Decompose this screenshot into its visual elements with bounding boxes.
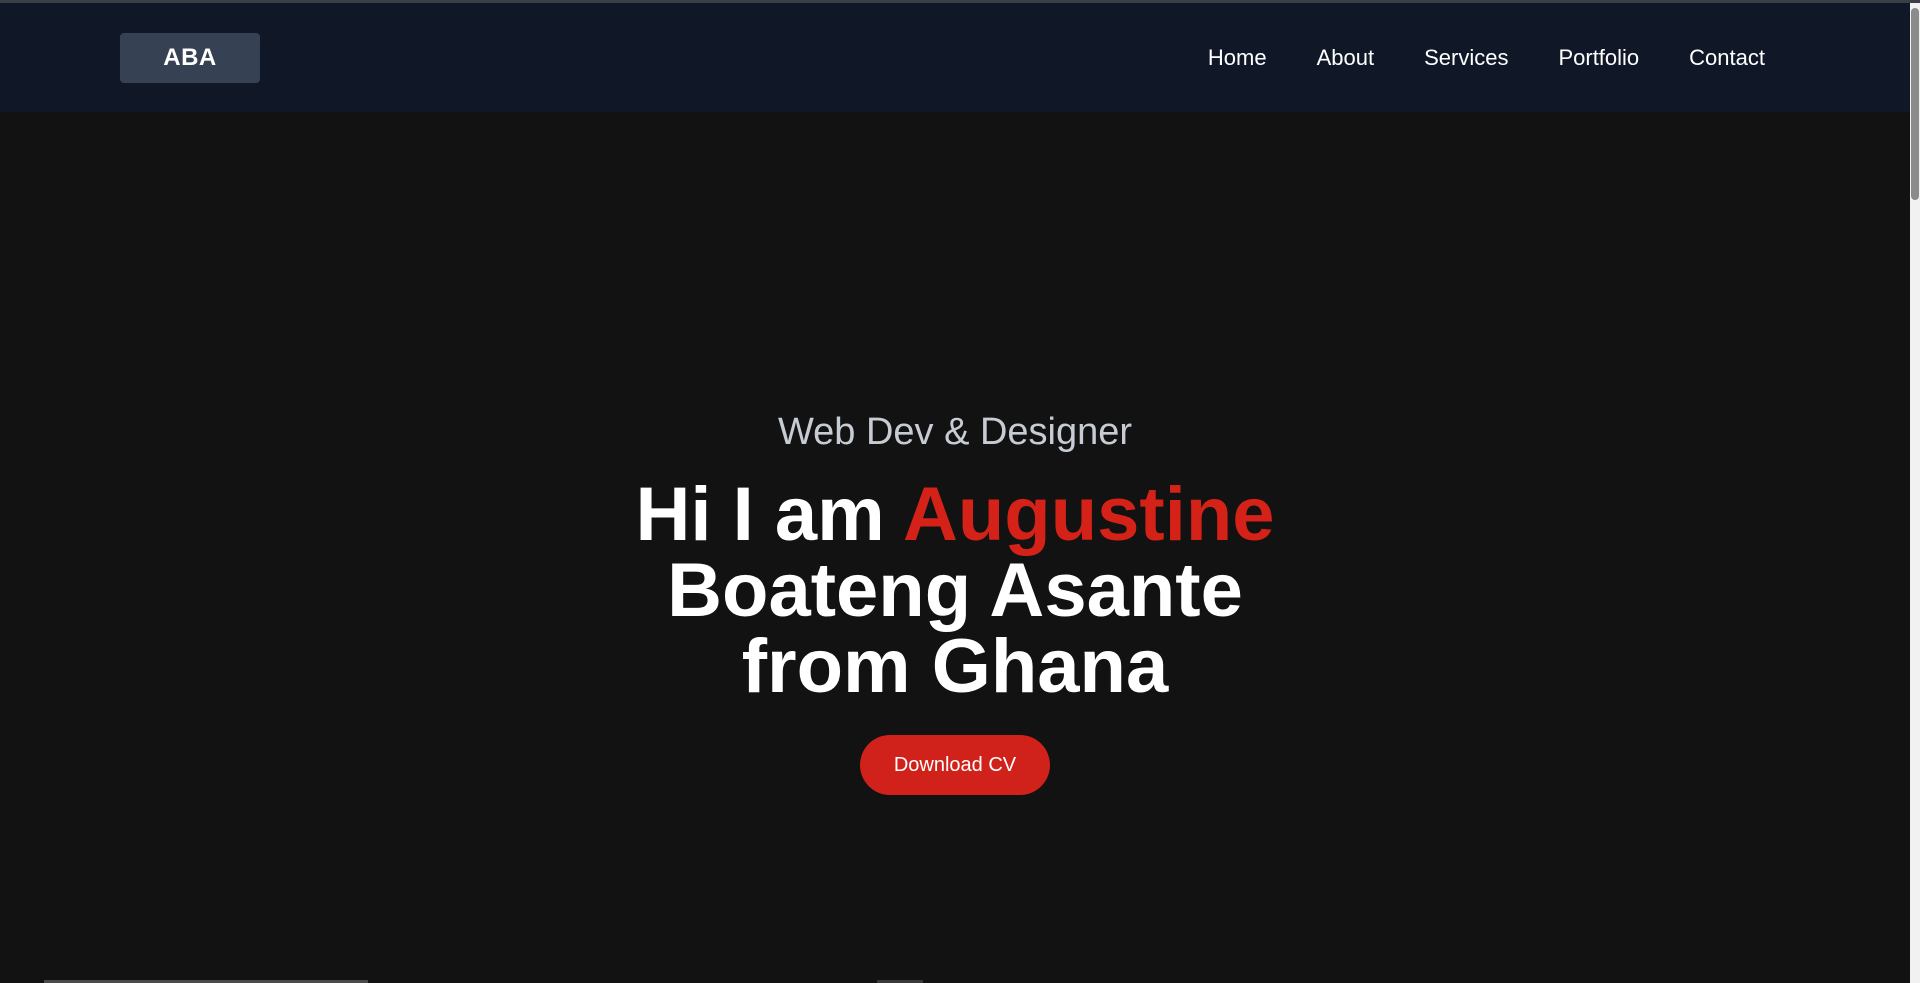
site-logo[interactable]: ABA (120, 33, 260, 83)
hero-headline: Hi I am Augustine Boateng Asante from Gh… (0, 477, 1910, 705)
hero-section: Web Dev & Designer Hi I am Augustine Boa… (0, 112, 1910, 983)
headline-accent-name: Augustine (902, 472, 1275, 557)
browser-viewport: ABA Home About Services Portfolio Contac… (0, 0, 1920, 983)
hero-subtitle: Web Dev & Designer (777, 411, 1133, 453)
page-scrollbar[interactable] (1910, 3, 1920, 983)
nav-link-about[interactable]: About (1317, 45, 1375, 71)
nav-link-home[interactable]: Home (1208, 45, 1267, 71)
download-cv-button[interactable]: Download CV (860, 735, 1050, 795)
navbar: ABA Home About Services Portfolio Contac… (0, 3, 1910, 112)
headline-prefix: Hi I am (635, 472, 903, 557)
scrollbar-thumb[interactable] (1911, 8, 1919, 200)
headline-line-2: Boateng Asante (667, 548, 1243, 633)
nav-link-contact[interactable]: Contact (1689, 45, 1765, 71)
nav-menu: Home About Services Portfolio Contact (1208, 3, 1765, 112)
nav-link-portfolio[interactable]: Portfolio (1558, 45, 1639, 71)
headline-line-3: from Ghana (741, 624, 1169, 709)
nav-link-services[interactable]: Services (1424, 45, 1508, 71)
